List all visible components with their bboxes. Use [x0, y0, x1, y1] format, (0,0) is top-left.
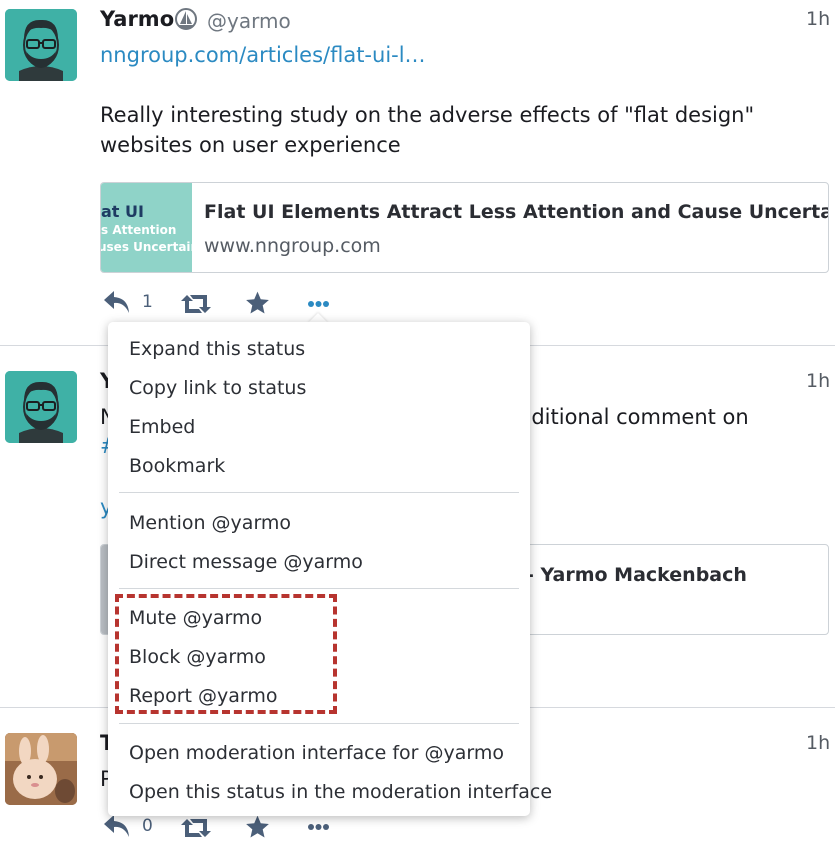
menu-item-embed[interactable]: Embed — [129, 416, 195, 438]
status-text-end: dditional comment on — [518, 405, 749, 429]
handle[interactable]: @yarmo — [207, 9, 291, 33]
bot-badge-icon — [174, 7, 198, 35]
avatar[interactable] — [5, 9, 77, 81]
reply-button[interactable]: 0 — [102, 813, 153, 839]
status-text: Really interesting study on the adverse … — [100, 103, 755, 157]
menu-item-direct-message[interactable]: Direct message @yarmo — [129, 551, 363, 573]
avatar[interactable] — [5, 371, 77, 443]
menu-item-open-moderation-account[interactable]: Open moderation interface for @yarmo — [129, 742, 504, 764]
card-url: www.nngroup.com — [204, 235, 381, 257]
display-name[interactable]: Yarmo — [100, 7, 174, 31]
card-thumbnail: at UI s Attention uses Uncertainty — [101, 183, 192, 272]
highlight-box — [115, 594, 337, 714]
timestamp[interactable]: 1h — [806, 370, 830, 392]
more-button[interactable] — [307, 823, 330, 831]
card-title: Flat UI Elements Attract Less Attention … — [204, 201, 829, 223]
boost-button[interactable] — [180, 816, 212, 840]
timestamp[interactable]: 1h — [806, 8, 830, 30]
reply-icon — [104, 291, 129, 313]
reply-count: 1 — [142, 292, 153, 312]
menu-separator — [119, 723, 519, 724]
boost-icon — [181, 295, 211, 313]
boost-button[interactable] — [180, 292, 212, 316]
menu-item-expand-status[interactable]: Expand this status — [129, 338, 305, 360]
timestamp[interactable]: 1h — [806, 732, 830, 754]
card-title: - Yarmo Mackenbach — [526, 564, 747, 586]
favourite-button[interactable] — [244, 814, 271, 840]
menu-item-mention[interactable]: Mention @yarmo — [129, 512, 291, 534]
post-link[interactable]: nngroup.com/articles/flat-ui-l… — [100, 43, 426, 67]
menu-separator — [119, 588, 519, 589]
reply-icon — [104, 815, 129, 837]
menu-separator — [119, 492, 519, 493]
menu-item-open-moderation-status[interactable]: Open this status in the moderation inter… — [129, 781, 552, 803]
avatar[interactable] — [5, 733, 77, 805]
status-actions-menu: Expand this status Copy link to status E… — [108, 322, 552, 816]
star-icon — [246, 815, 269, 838]
reply-button[interactable]: 1 — [102, 289, 153, 315]
more-icon — [308, 824, 329, 830]
link-card[interactable]: at UI s Attention uses Uncertainty Flat … — [100, 182, 829, 273]
favourite-button[interactable] — [244, 290, 271, 316]
menu-item-bookmark[interactable]: Bookmark — [129, 455, 225, 477]
star-icon — [246, 291, 269, 314]
more-icon — [308, 301, 329, 307]
more-button[interactable] — [307, 300, 330, 308]
reply-count: 0 — [142, 816, 153, 836]
boost-icon — [181, 819, 211, 837]
menu-item-copy-link[interactable]: Copy link to status — [129, 377, 306, 399]
